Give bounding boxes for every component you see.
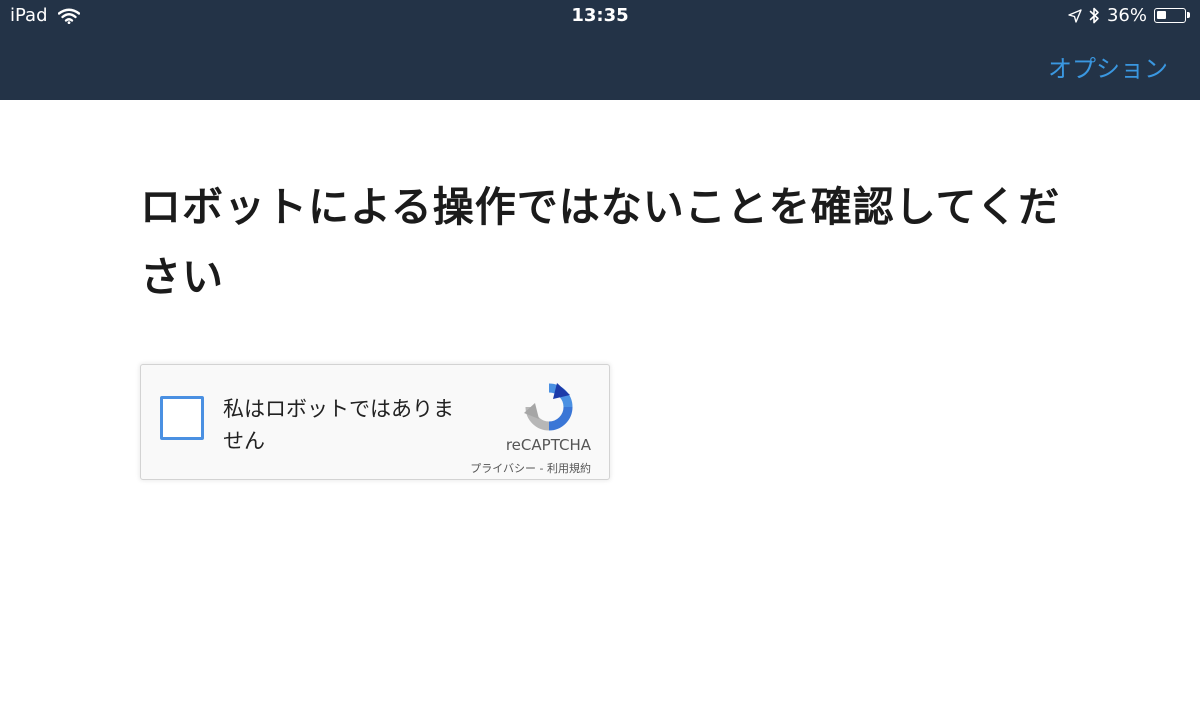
link-separator: - [536, 462, 547, 475]
recaptcha-checkbox[interactable] [160, 396, 204, 440]
checkbox-label[interactable]: 私はロボットではありません [223, 393, 463, 457]
terms-link[interactable]: 利用規約 [547, 462, 591, 475]
battery-icon [1154, 8, 1190, 23]
battery-percent: 36% [1106, 5, 1147, 26]
options-button[interactable]: オプション [1048, 49, 1168, 84]
status-right: 36% [1068, 5, 1190, 26]
status-bar: iPad 13:35 36% [0, 0, 1200, 34]
top-bar: iPad 13:35 36% オプション [0, 0, 1200, 100]
recaptcha-widget: 私はロボットではありません reCAPTCHA プライバシー - 利用規約 [140, 364, 610, 480]
recaptcha-brand: reCAPTCHA [505, 436, 591, 454]
recaptcha-logo-icon [524, 383, 573, 431]
privacy-link[interactable]: プライバシー [470, 462, 536, 475]
location-icon [1068, 8, 1082, 23]
battery-level [1157, 11, 1166, 19]
page-title: ロボットによる操作ではないことを確認してください [140, 183, 1061, 301]
bluetooth-icon [1089, 7, 1099, 24]
status-time: 13:35 [571, 5, 629, 26]
recaptcha-links: プライバシー - 利用規約 [470, 460, 591, 476]
